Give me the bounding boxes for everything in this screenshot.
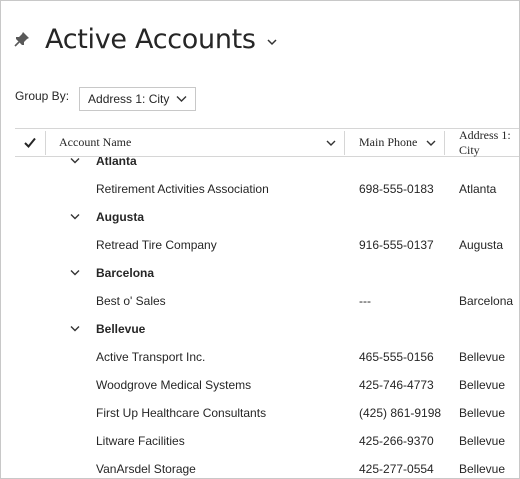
grid-body: Atlanta Retirement Activities Association… (15, 157, 519, 478)
chevron-down-icon[interactable] (70, 325, 80, 333)
address-city-cell: Bellevue (459, 462, 506, 476)
select-all-checkbox[interactable] (24, 129, 36, 156)
table-row[interactable]: Retirement Activities Association 698-555… (15, 175, 519, 203)
chevron-down-icon[interactable] (70, 157, 80, 165)
column-divider[interactable] (344, 131, 345, 155)
group-by-value: Address 1: City (88, 92, 170, 106)
chevron-down-icon[interactable] (426, 138, 436, 148)
address-city-cell: Atlanta (459, 182, 497, 196)
main-phone-cell[interactable]: (425) 861-9198 (359, 399, 441, 427)
account-name-cell[interactable]: First Up Healthcare Consultants (96, 399, 266, 427)
group-header-row[interactable]: Atlanta (15, 157, 519, 175)
account-name-cell[interactable]: Litware Facilities (96, 427, 185, 455)
group-name: Atlanta (96, 157, 137, 168)
address-city-cell: Bellevue (459, 378, 506, 392)
main-phone-cell[interactable]: 425-277-0554 (359, 455, 434, 478)
view-header: Active Accounts (13, 19, 278, 59)
address-city-cell: Bellevue (459, 434, 506, 448)
grid-rows: Atlanta Retirement Activities Association… (15, 157, 519, 478)
group-by-select[interactable]: Address 1: City (79, 87, 197, 111)
column-header-account-name[interactable]: Account Name (59, 129, 131, 156)
table-row[interactable]: VanArsdel Storage 425-277-0554 Bellevue (15, 455, 519, 478)
main-phone-cell[interactable]: 465-555-0156 (359, 343, 434, 371)
chevron-down-icon[interactable] (326, 138, 336, 148)
main-phone-cell[interactable]: --- (359, 287, 371, 315)
address-city-cell: Bellevue (459, 406, 506, 420)
column-header-address-city[interactable]: Address 1: City (459, 128, 519, 157)
address-city-cell: Bellevue (459, 350, 506, 364)
group-by-label: Group By: (15, 89, 70, 103)
column-divider[interactable] (45, 131, 46, 155)
main-phone-cell[interactable]: 425-266-9370 (359, 427, 434, 455)
account-name-cell[interactable]: Retread Tire Company (96, 231, 217, 259)
address-city-cell: Augusta (459, 238, 504, 252)
column-divider[interactable] (444, 131, 445, 155)
view-selector-chevron-down-icon[interactable] (266, 35, 278, 47)
table-row[interactable]: Active Transport Inc. 465-555-0156 Bellevu… (15, 343, 519, 371)
group-name: Augusta (96, 210, 144, 224)
pin-icon[interactable] (13, 30, 31, 48)
column-header-main-phone[interactable]: Main Phone (359, 129, 417, 156)
accounts-grid: Account Name Main Phone Address 1: City … (15, 128, 519, 478)
account-name-cell[interactable]: Best o' Sales (96, 287, 166, 315)
chevron-down-icon[interactable] (70, 213, 80, 221)
chevron-down-icon[interactable] (70, 269, 80, 277)
group-header-row[interactable]: Augusta (15, 203, 519, 231)
account-name-cell[interactable]: Active Transport Inc. (96, 343, 205, 371)
main-phone-cell[interactable]: 916-555-0137 (359, 231, 434, 259)
checkmark-icon (24, 137, 36, 148)
active-accounts-view: Active Accounts Group By: Address 1: Cit… (0, 0, 520, 479)
chevron-down-icon (176, 96, 187, 102)
table-row[interactable]: Woodgrove Medical Systems 425-746-4773 Bel… (15, 371, 519, 399)
group-name: Bellevue (96, 322, 146, 336)
table-row[interactable]: Retread Tire Company 916-555-0137 Augusta (15, 231, 519, 259)
table-row[interactable]: First Up Healthcare Consultants (425) 861… (15, 399, 519, 427)
page-title: Active Accounts (45, 23, 256, 55)
group-name: Barcelona (96, 266, 155, 280)
main-phone-cell[interactable]: 425-746-4773 (359, 371, 434, 399)
table-row[interactable]: Litware Facilities 425-266-9370 Bellevue (15, 427, 519, 455)
account-name-cell[interactable]: Retirement Activities Association (96, 175, 269, 203)
grid-header: Account Name Main Phone Address 1: City (15, 128, 519, 157)
account-name-cell[interactable]: Woodgrove Medical Systems (96, 371, 251, 399)
address-city-cell: Barcelona (459, 294, 514, 308)
account-name-cell[interactable]: VanArsdel Storage (96, 455, 196, 478)
group-by-control: Group By: Address 1: City (15, 87, 197, 111)
table-row[interactable]: Best o' Sales --- Barcelona (15, 287, 519, 315)
group-header-row[interactable]: Bellevue (15, 315, 519, 343)
group-header-row[interactable]: Barcelona (15, 259, 519, 287)
main-phone-cell[interactable]: 698-555-0183 (359, 175, 434, 203)
